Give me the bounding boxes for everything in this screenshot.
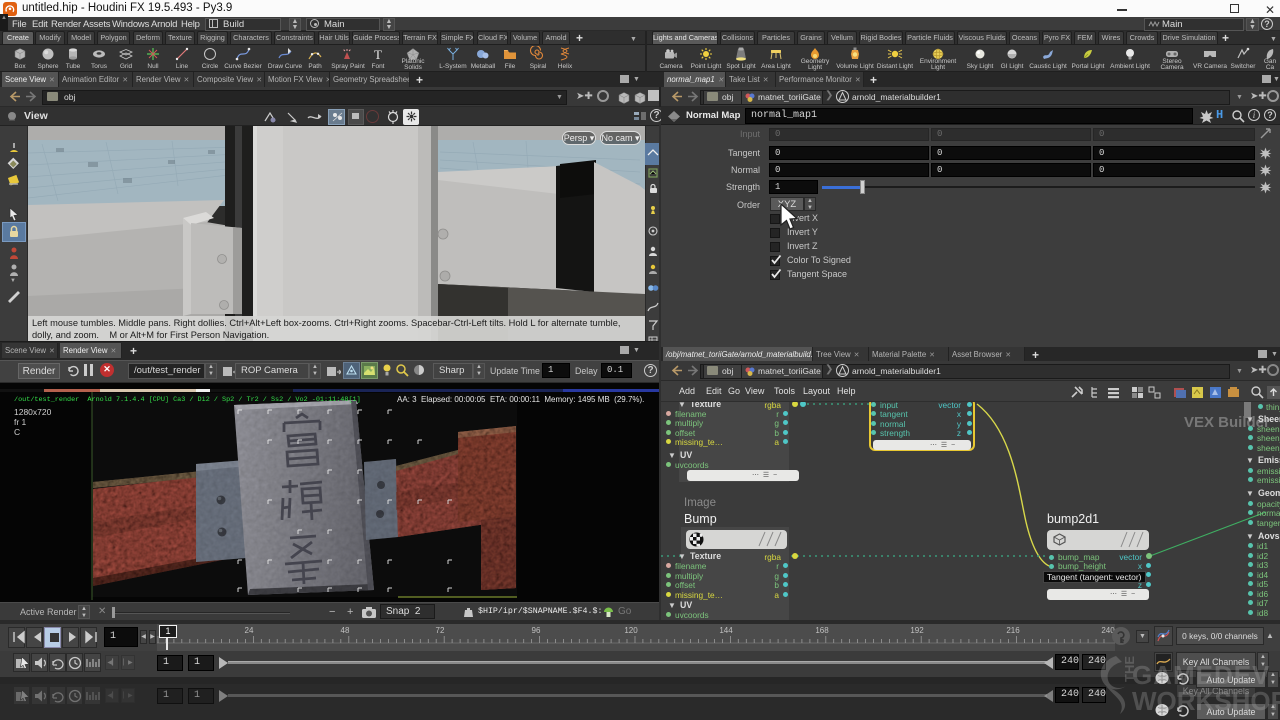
svg-text:48: 48 [341, 626, 350, 635]
svg-text:120: 120 [624, 626, 638, 635]
svg-text:144: 144 [719, 626, 733, 635]
svg-text:96: 96 [532, 626, 541, 635]
svg-text:24: 24 [245, 626, 254, 635]
svg-text:WORKSHOP: WORKSHOP [1132, 686, 1280, 716]
svg-text:72: 72 [436, 626, 445, 635]
svg-text:168: 168 [815, 626, 829, 635]
svg-text:192: 192 [910, 626, 924, 635]
svg-text:T: T [374, 47, 382, 62]
svg-text:216: 216 [1006, 626, 1020, 635]
